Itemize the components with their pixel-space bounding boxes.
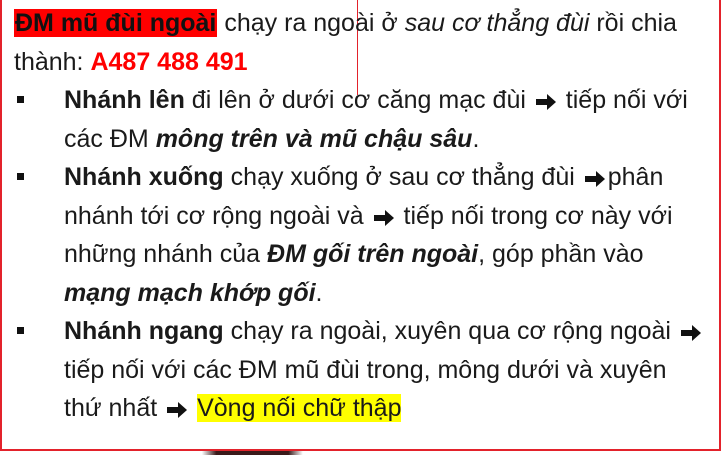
list-item: Nhánh lên đi lên ở dưới cơ căng mạc đùi …	[14, 81, 704, 158]
right-arrow-icon	[584, 171, 605, 187]
intro-paragraph: ĐM mũ đùi ngoài chạy ra ngoài ở sau cơ t…	[14, 9, 677, 76]
square-bullet-icon	[17, 327, 24, 334]
highlighted-term: ĐM mũ đùi ngoài	[14, 9, 218, 37]
list-item: Nhánh xuống chạy xuống ở sau cơ thẳng đù…	[14, 158, 704, 312]
square-bullet-icon	[17, 96, 24, 103]
right-arrow-icon	[167, 402, 188, 418]
right-arrow-icon	[680, 325, 701, 341]
square-bullet-icon	[17, 173, 24, 180]
list-item: Nhánh ngang chạy ra ngoài, xuyên qua cơ …	[14, 312, 704, 428]
highlighted-conclusion: Vòng nối chữ thập	[197, 394, 402, 422]
right-arrow-icon	[535, 94, 556, 110]
slide-content: ĐM mũ đùi ngoài chạy ra ngoài ở sau cơ t…	[14, 4, 704, 428]
branch-list: Nhánh lên đi lên ở dưới cơ căng mạc đùi …	[14, 81, 704, 428]
reference-code: A487 488 491	[90, 47, 248, 76]
bottom-edge-strip	[0, 451, 721, 455]
right-arrow-icon	[373, 209, 394, 226]
